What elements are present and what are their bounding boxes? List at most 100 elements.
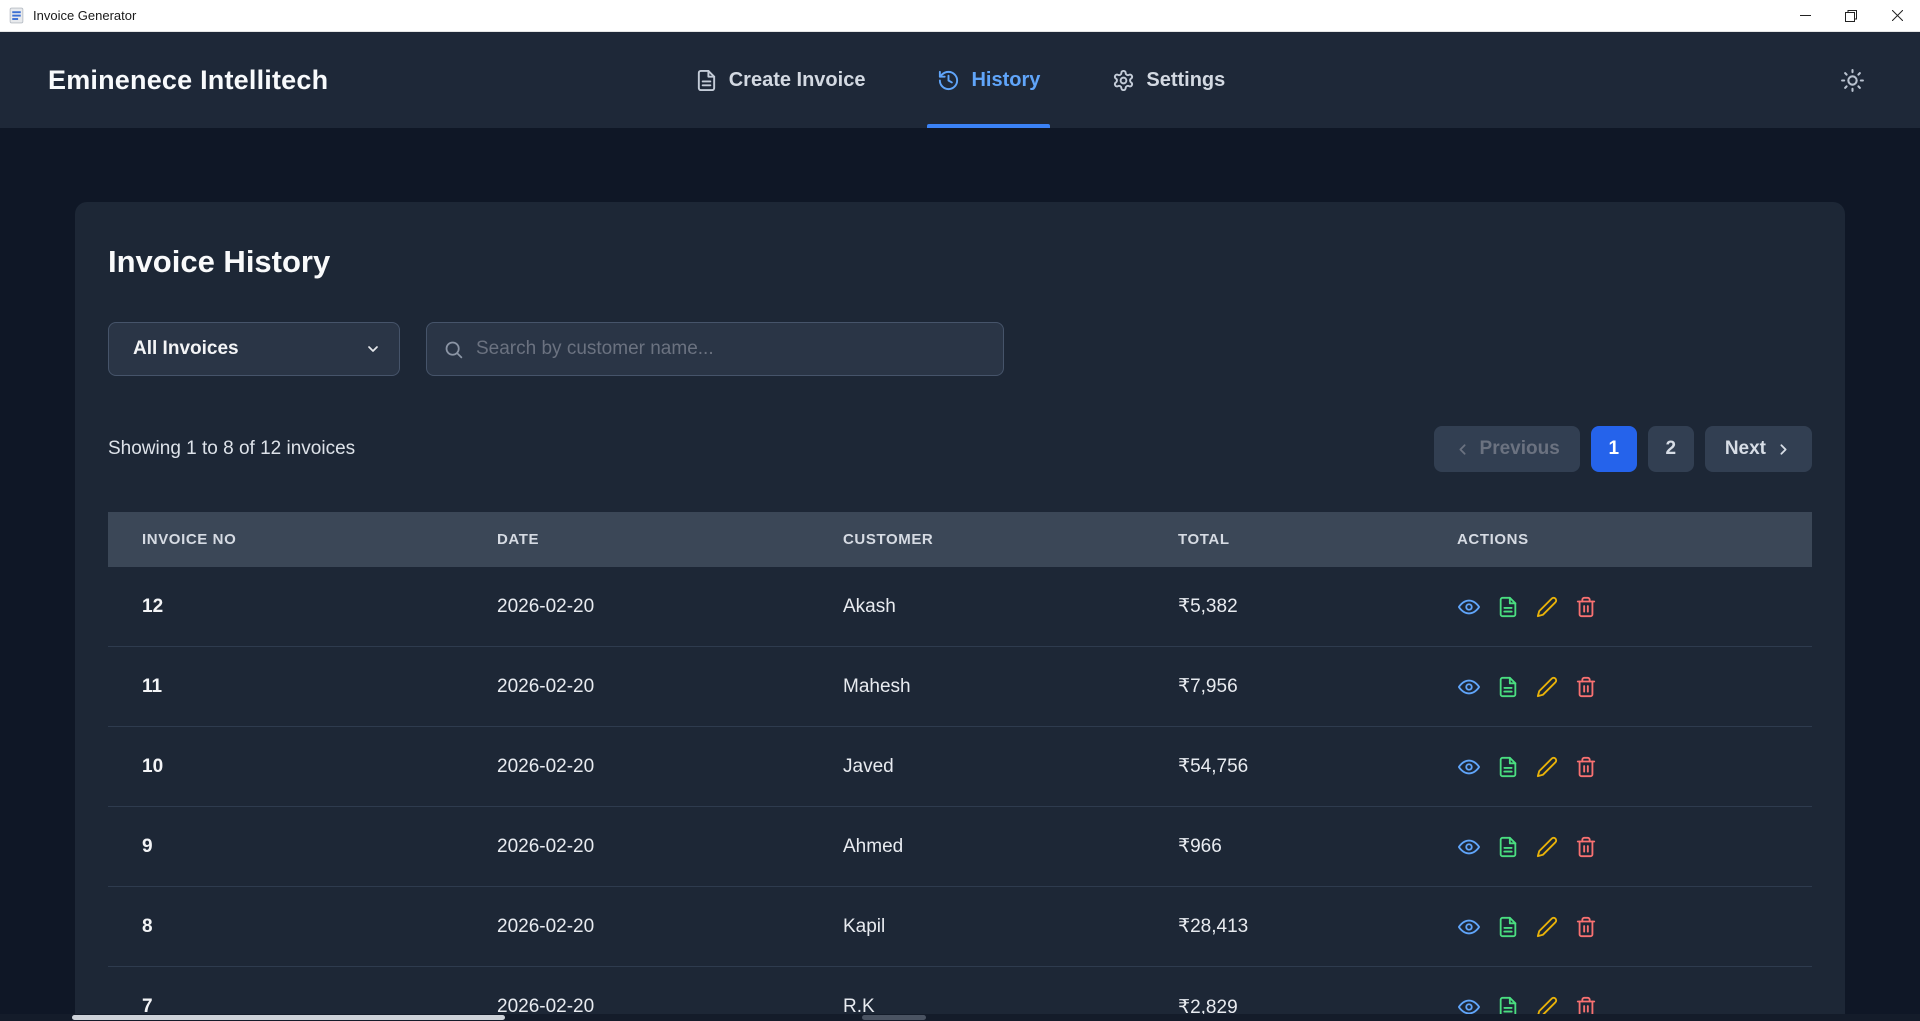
os-titlebar: Invoice Generator: [0, 0, 1920, 32]
cell-customer: Akash: [843, 596, 1178, 618]
row-actions: [1457, 595, 1812, 619]
table-row: 11 2026-02-20 Mahesh ₹7,956: [108, 647, 1812, 727]
row-actions: [1457, 835, 1812, 859]
next-page-button[interactable]: Next: [1705, 426, 1812, 472]
search-box: [426, 322, 1004, 376]
view-invoice-button[interactable]: [1457, 915, 1481, 939]
cell-invoice-no: 9: [108, 836, 497, 858]
edit-invoice-button[interactable]: [1535, 595, 1559, 619]
export-file-icon: [1497, 596, 1519, 618]
edit-invoice-button[interactable]: [1535, 915, 1559, 939]
table-row: 12 2026-02-20 Akash ₹5,382: [108, 567, 1812, 647]
brand-title: Eminenece Intellitech: [48, 65, 328, 96]
view-invoice-button[interactable]: [1457, 675, 1481, 699]
minimize-button[interactable]: [1782, 0, 1828, 32]
minimize-icon: [1800, 10, 1811, 21]
page-button-1[interactable]: 1: [1591, 426, 1637, 472]
scrollbar-segment[interactable]: [862, 1015, 926, 1020]
cell-invoice-no: 10: [108, 756, 497, 778]
row-actions: [1457, 755, 1812, 779]
chevron-down-icon: [365, 341, 381, 357]
gear-icon: [1112, 69, 1135, 92]
edit-pencil-icon: [1536, 916, 1558, 938]
cell-date: 2026-02-20: [497, 596, 843, 618]
row-actions: [1457, 675, 1812, 699]
table-row: 10 2026-02-20 Javed ₹54,756: [108, 727, 1812, 807]
col-header-actions: ACTIONS: [1457, 531, 1812, 548]
cell-customer: Mahesh: [843, 676, 1178, 698]
export-file-icon: [1497, 756, 1519, 778]
invoice-table: INVOICE NO DATE CUSTOMER TOTAL ACTIONS 1…: [108, 512, 1812, 1021]
horizontal-scrollbar: [0, 1014, 1920, 1021]
scrollbar-thumb[interactable]: [72, 1015, 505, 1020]
app-header: Create Invoice History Settings Eminenec…: [0, 32, 1920, 128]
chevron-right-icon: [1775, 441, 1792, 458]
cell-customer: Javed: [843, 756, 1178, 778]
export-file-icon: [1497, 676, 1519, 698]
delete-invoice-button[interactable]: [1574, 675, 1598, 699]
view-eye-icon: [1458, 916, 1480, 938]
cell-date: 2026-02-20: [497, 676, 843, 698]
col-header-invoice-no: INVOICE NO: [108, 531, 497, 548]
cell-invoice-no: 12: [108, 596, 497, 618]
edit-invoice-button[interactable]: [1535, 835, 1559, 859]
export-invoice-button[interactable]: [1496, 835, 1520, 859]
invoice-filter-select[interactable]: All Invoices: [108, 322, 400, 376]
delete-trash-icon: [1575, 756, 1597, 778]
export-invoice-button[interactable]: [1496, 755, 1520, 779]
col-header-customer: CUSTOMER: [843, 531, 1178, 548]
pagination: Previous 1 2 Next: [1434, 426, 1812, 472]
col-header-total: TOTAL: [1178, 531, 1457, 548]
table-row: 7 2026-02-20 R.K ₹2,829: [108, 967, 1812, 1021]
view-eye-icon: [1458, 756, 1480, 778]
export-invoice-button[interactable]: [1496, 595, 1520, 619]
restore-icon: [1845, 10, 1857, 22]
edit-invoice-button[interactable]: [1535, 755, 1559, 779]
delete-invoice-button[interactable]: [1574, 835, 1598, 859]
view-invoice-button[interactable]: [1457, 595, 1481, 619]
delete-invoice-button[interactable]: [1574, 595, 1598, 619]
tab-settings[interactable]: Settings: [1112, 32, 1225, 128]
app-icon: [8, 7, 25, 24]
cell-total: ₹7,956: [1178, 675, 1457, 698]
view-invoice-button[interactable]: [1457, 835, 1481, 859]
tab-history[interactable]: History: [937, 32, 1040, 128]
tab-label: Settings: [1146, 69, 1225, 92]
cell-total: ₹966: [1178, 835, 1457, 858]
col-header-date: DATE: [497, 531, 843, 548]
theme-toggle-button[interactable]: [1832, 60, 1872, 100]
restore-button[interactable]: [1828, 0, 1874, 32]
delete-trash-icon: [1575, 676, 1597, 698]
cell-date: 2026-02-20: [497, 756, 843, 778]
view-invoice-button[interactable]: [1457, 755, 1481, 779]
close-icon: [1892, 10, 1903, 21]
view-eye-icon: [1458, 836, 1480, 858]
export-invoice-button[interactable]: [1496, 915, 1520, 939]
chevron-left-icon: [1454, 441, 1471, 458]
delete-trash-icon: [1575, 596, 1597, 618]
export-file-icon: [1497, 916, 1519, 938]
close-button[interactable]: [1874, 0, 1920, 32]
export-file-icon: [1497, 836, 1519, 858]
page-title: Invoice History: [108, 244, 1812, 280]
search-input[interactable]: [476, 338, 987, 360]
page-button-2[interactable]: 2: [1648, 426, 1694, 472]
view-eye-icon: [1458, 676, 1480, 698]
row-actions: [1457, 915, 1812, 939]
history-icon: [937, 69, 960, 92]
previous-page-button[interactable]: Previous: [1434, 426, 1580, 472]
window-title: Invoice Generator: [33, 8, 136, 23]
edit-invoice-button[interactable]: [1535, 675, 1559, 699]
tab-create-invoice[interactable]: Create Invoice: [695, 32, 866, 128]
cell-invoice-no: 8: [108, 916, 497, 938]
cell-total: ₹28,413: [1178, 915, 1457, 938]
delete-invoice-button[interactable]: [1574, 915, 1598, 939]
delete-trash-icon: [1575, 916, 1597, 938]
invoice-history-card: Invoice History All Invoices Showing 1 t…: [75, 202, 1845, 1021]
tab-label: History: [971, 69, 1040, 92]
table-body: 12 2026-02-20 Akash ₹5,382: [108, 567, 1812, 1021]
export-invoice-button[interactable]: [1496, 675, 1520, 699]
cell-invoice-no: 11: [108, 676, 497, 698]
edit-pencil-icon: [1536, 756, 1558, 778]
delete-invoice-button[interactable]: [1574, 755, 1598, 779]
